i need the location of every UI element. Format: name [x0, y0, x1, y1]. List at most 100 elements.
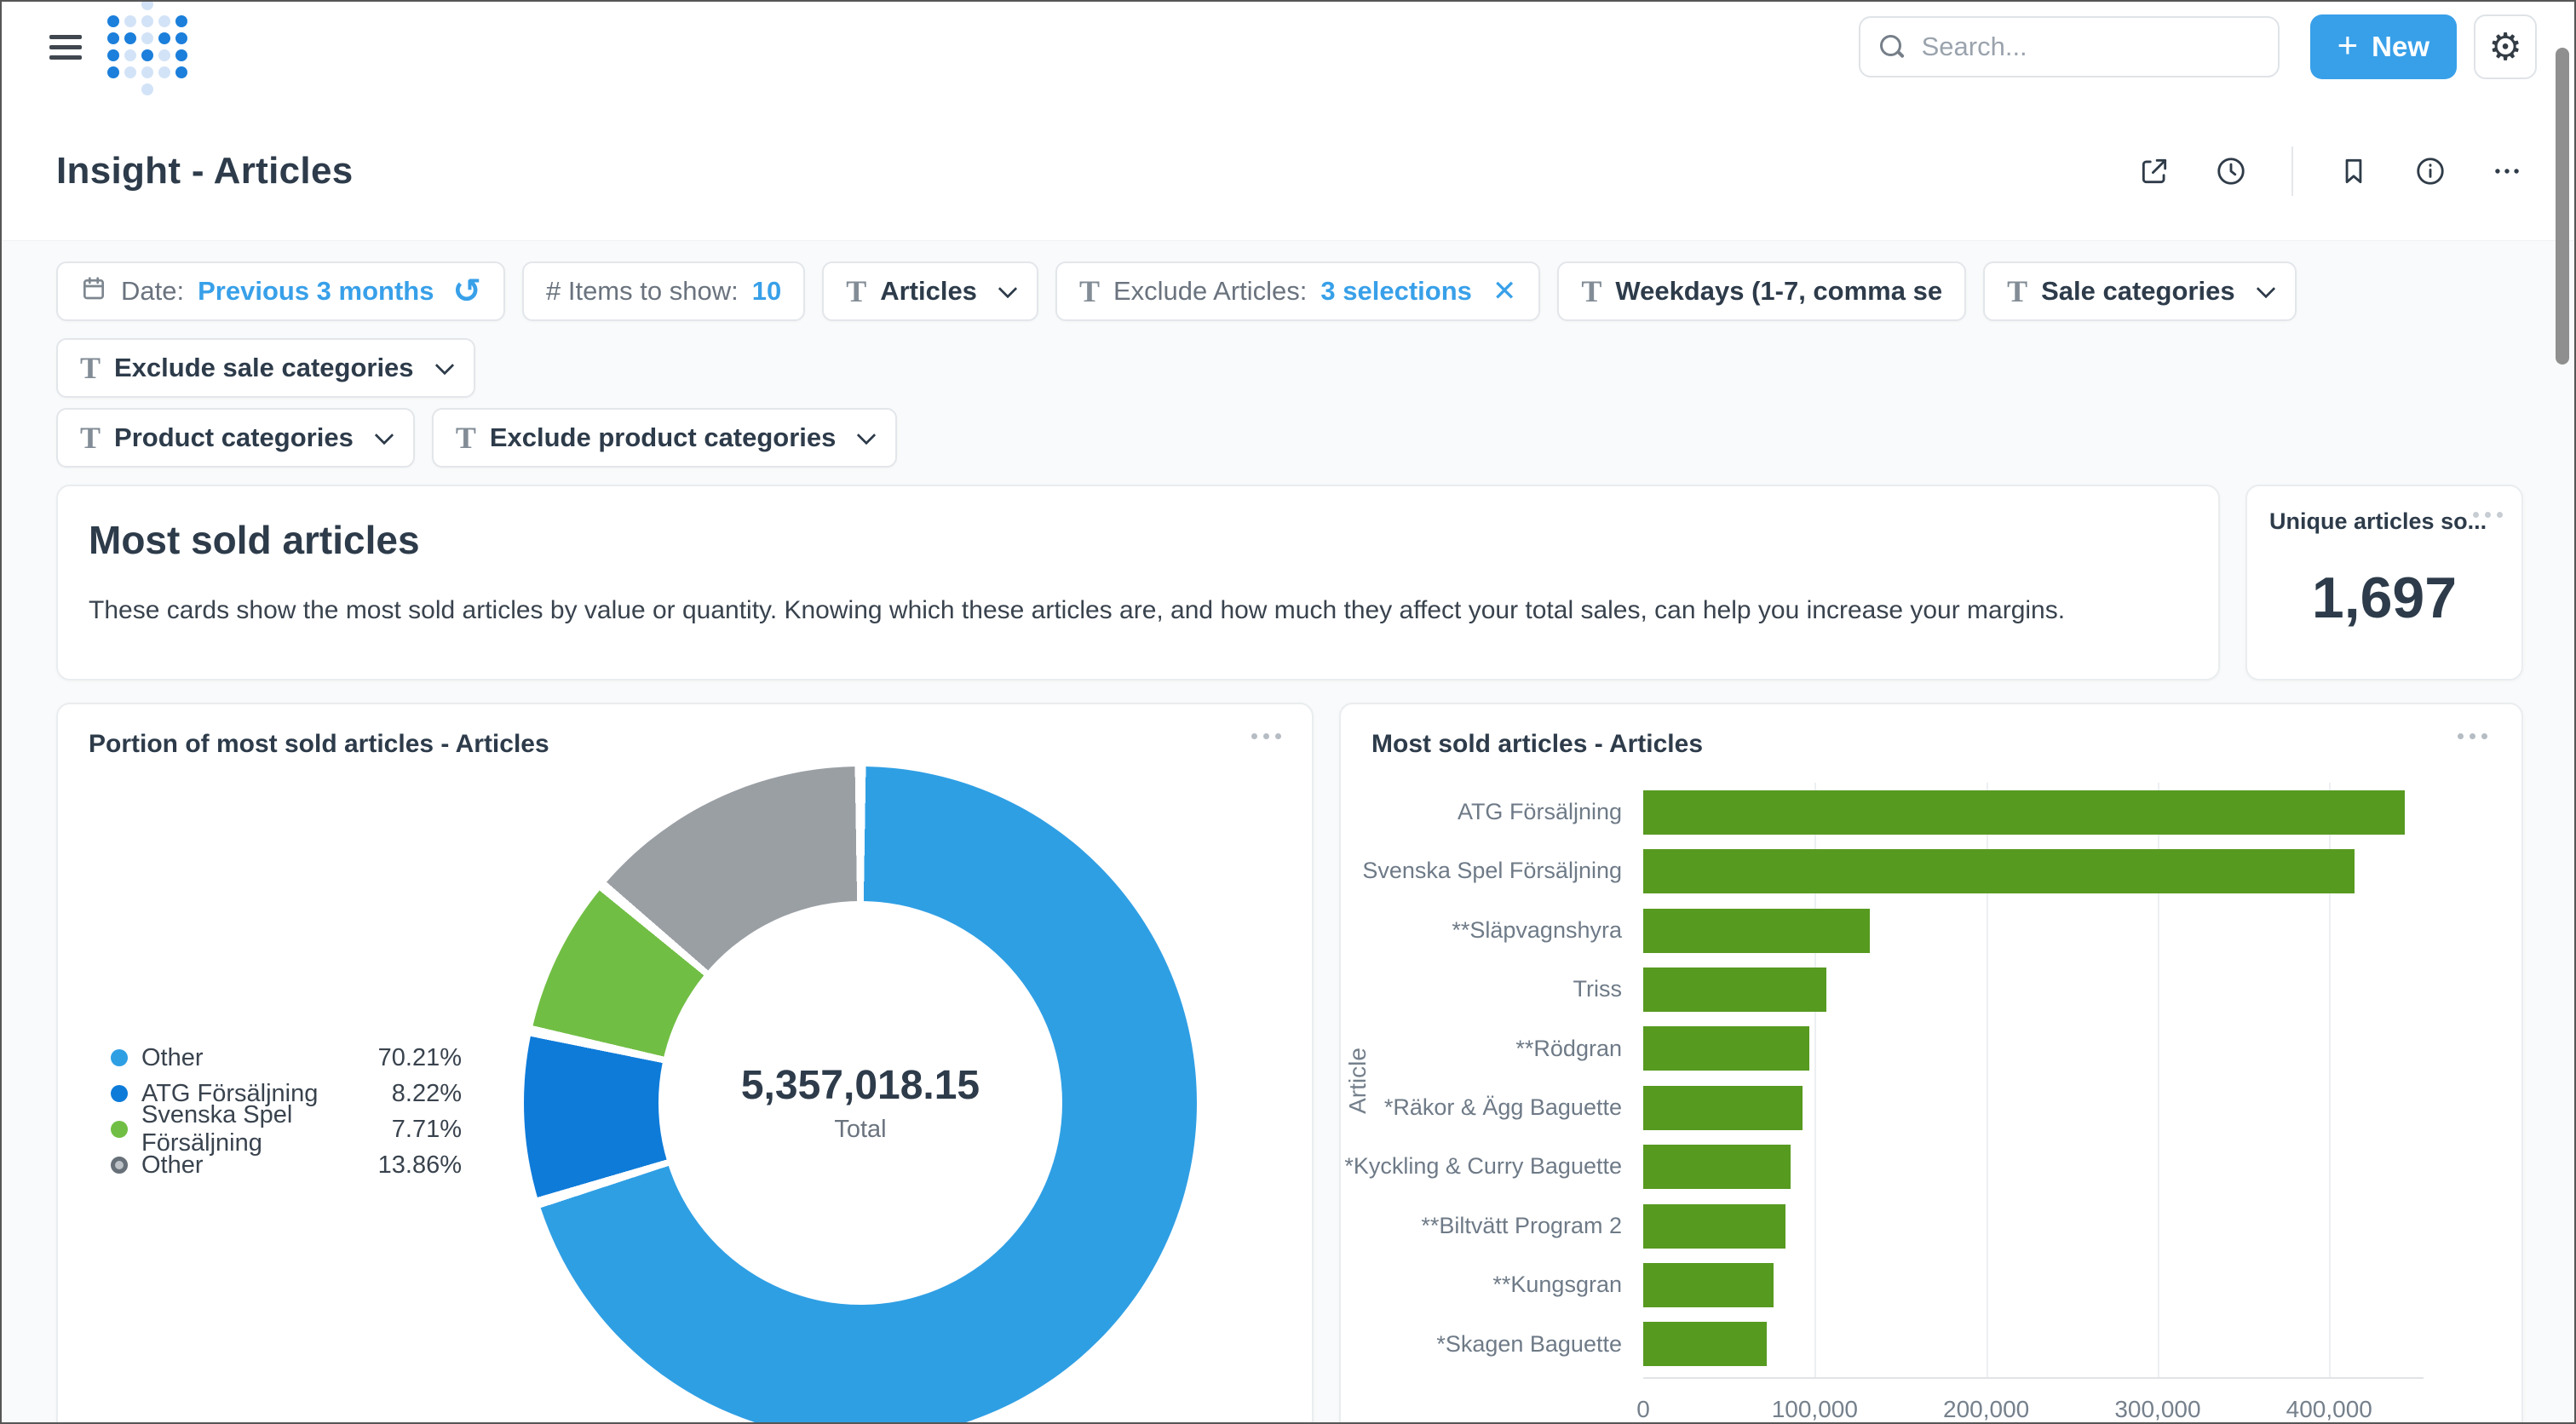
bar-9[interactable] [1643, 1263, 1774, 1307]
bar-category-label: **Biltvätt Program 2 [1341, 1197, 1622, 1255]
text-filter-icon: T [456, 422, 476, 453]
legend-label: Other [141, 1151, 204, 1180]
legend-value: 7.71% [392, 1116, 462, 1144]
donut-legend: Other70.21%ATG Försäljning8.22%Svenska S… [111, 1040, 462, 1183]
chevron-down-icon [998, 279, 1018, 299]
filter-chip-weekdays[interactable]: T Weekdays (1-7, comma se [1557, 261, 1966, 321]
search-box[interactable] [1859, 16, 2280, 78]
bar-10[interactable] [1643, 1322, 1767, 1366]
page-title: Insight - Articles [56, 150, 353, 192]
filter-name: Exclude sale categories [114, 353, 414, 383]
filter-name: Product categories [114, 422, 354, 453]
page-scrollbar[interactable] [2556, 48, 2569, 365]
search-icon [1879, 34, 1905, 60]
card-more-menu-icon[interactable] [2458, 733, 2487, 739]
text-card-body: These cards show the most sold articles … [89, 594, 2184, 629]
scalar-card-value: 1,697 [2247, 565, 2521, 631]
bar-5[interactable] [1643, 1026, 1809, 1071]
bookmark-icon[interactable] [2337, 155, 2370, 187]
bar-category-label: ATG Försäljning [1341, 783, 1622, 841]
search-input[interactable] [1920, 31, 2259, 63]
text-filter-icon: T [846, 276, 866, 307]
bar-6[interactable] [1643, 1086, 1803, 1130]
dashboard-header: Insight - Articles [2, 92, 2574, 240]
chevron-down-icon [434, 356, 454, 376]
new-button[interactable]: + New [2310, 14, 2457, 79]
filter-chip-exclude-sale-categories[interactable]: T Exclude sale categories [56, 338, 475, 398]
bar-3[interactable] [1643, 909, 1870, 953]
bar-7[interactable] [1643, 1145, 1791, 1189]
filter-name: Weekdays (1-7, comma se [1615, 276, 1942, 307]
legend-dot-icon [111, 1049, 128, 1066]
bar-chart-category-labels: ATG FörsäljningSvenska Spel Försäljning*… [1341, 783, 1634, 1379]
share-icon[interactable] [2138, 155, 2171, 187]
bar-category-label: **Släpvagnshyra [1341, 901, 1622, 960]
donut-total-label: Total [834, 1116, 886, 1144]
text-filter-icon: T [2007, 276, 2027, 307]
reset-filter-icon[interactable]: ↺ [452, 274, 481, 308]
plus-icon: + [2337, 27, 2359, 63]
bar-category-label: *Kyckling & Curry Baguette [1341, 1137, 1622, 1196]
bar-category-label: **Rödgran [1341, 1019, 1622, 1078]
gear-icon: ⚙ [2488, 26, 2521, 69]
legend-value: 13.86% [378, 1151, 462, 1180]
text-filter-icon: T [80, 353, 101, 383]
bar-category-label: *Skagen Baguette [1341, 1315, 1622, 1374]
text-filter-icon: T [1079, 276, 1100, 307]
bar-chart-plot-area [1643, 783, 2424, 1379]
bar-2[interactable] [1643, 849, 2355, 893]
bar-1[interactable] [1643, 790, 2405, 835]
donut-chart-card: Portion of most sold articles - Articles… [56, 703, 1314, 1424]
history-clock-icon[interactable] [2215, 155, 2247, 187]
filter-chip-product-categories[interactable]: T Product categories [56, 408, 415, 468]
x-axis-tick-label: 0 [1636, 1396, 1650, 1423]
actions-divider [2291, 146, 2293, 196]
text-filter-icon: T [1581, 276, 1601, 307]
donut-chart[interactable]: 5,357,018.15 Total [524, 767, 1197, 1424]
x-axis-tick-label: 200,000 [1943, 1396, 2029, 1423]
card-more-menu-icon[interactable] [2473, 512, 2503, 518]
info-icon[interactable] [2414, 155, 2447, 187]
x-axis-tick-label: 100,000 [1772, 1396, 1858, 1423]
app-logo[interactable] [107, 0, 187, 95]
donut-total-value: 5,357,018.15 [741, 1062, 980, 1109]
bar-8[interactable] [1643, 1204, 1785, 1249]
filter-value: 10 [752, 276, 781, 307]
legend-value: 70.21% [378, 1044, 462, 1072]
filter-chip-exclude-articles[interactable]: TExclude Articles:3 selections✕ [1055, 261, 1540, 321]
x-axis-tick-label: 400,000 [2286, 1396, 2372, 1423]
legend-label: Svenska Spel Försäljning [141, 1101, 392, 1157]
legend-dot-icon [111, 1121, 128, 1138]
filter-name: Exclude product categories [490, 422, 837, 453]
filter-bar-row-2: T Product categories T Exclude product cate… [56, 408, 2523, 468]
bar-category-label: **Kungsgran [1341, 1255, 1622, 1314]
more-menu-icon[interactable] [2491, 155, 2523, 187]
scalar-card-unique-articles[interactable]: Unique articles so... 1,697 [2245, 485, 2523, 680]
filter-label: Exclude Articles: [1113, 276, 1307, 307]
text-filter-icon: T [80, 422, 101, 453]
app-window: + New ⚙ Insight - Articles Date:Previous… [0, 0, 2576, 1424]
filter-chip-items-to-show[interactable]: # Items to show: 10 [522, 261, 805, 321]
filter-name: Articles [880, 276, 977, 307]
dashboard-actions [2138, 146, 2523, 196]
hamburger-menu-icon[interactable] [49, 35, 82, 60]
filter-chip-exclude-product-categories[interactable]: T Exclude product categories [432, 408, 898, 468]
chevron-down-icon [2256, 279, 2275, 299]
clear-filter-icon[interactable]: ✕ [1492, 274, 1517, 308]
bar-4[interactable] [1643, 968, 1826, 1012]
settings-button[interactable]: ⚙ [2474, 14, 2537, 79]
filter-chip-sale-categories[interactable]: TSale categories [1983, 261, 2296, 321]
legend-label: Other [141, 1044, 204, 1072]
legend-item[interactable]: Svenska Spel Försäljning7.71% [111, 1111, 462, 1147]
bar-chart-card: Most sold articles - Articles Article AT… [1339, 703, 2523, 1424]
filter-chip-date[interactable]: Date:Previous 3 months↺ [56, 261, 505, 321]
filter-label: # Items to show: [546, 276, 739, 307]
legend-value: 8.22% [392, 1080, 462, 1108]
filter-chip-articles[interactable]: T Articles [822, 261, 1038, 321]
card-more-menu-icon[interactable] [1251, 733, 1281, 739]
top-navbar: + New ⚙ [2, 2, 2574, 92]
donut-center: 5,357,018.15 Total [658, 901, 1062, 1305]
legend-dot-icon [111, 1157, 128, 1174]
legend-item[interactable]: Other 70.21% [111, 1040, 462, 1076]
new-button-label: New [2372, 31, 2429, 63]
